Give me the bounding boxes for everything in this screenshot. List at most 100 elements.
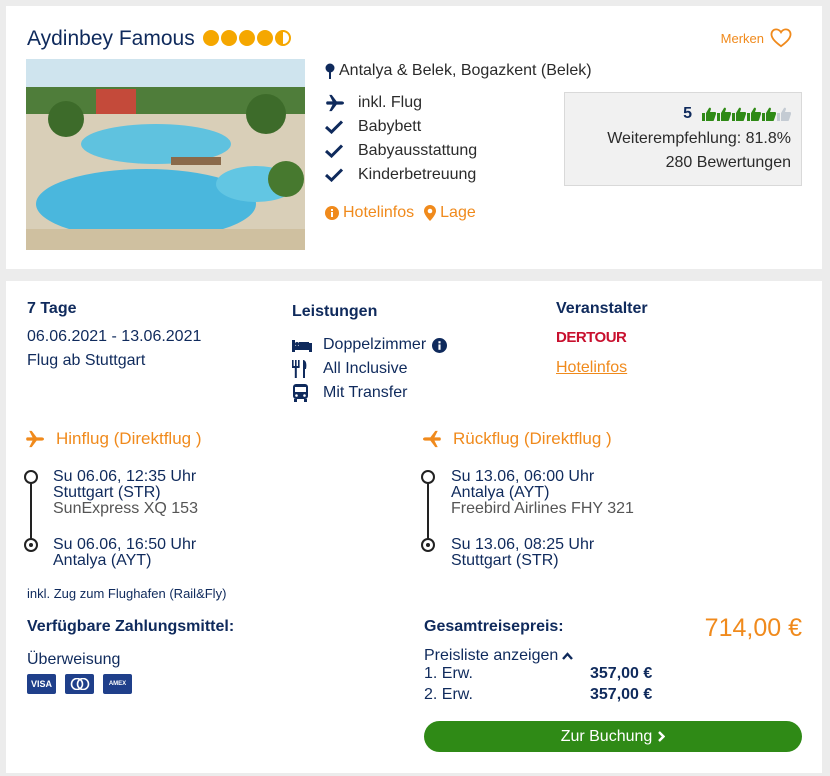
- check-icon: [325, 168, 358, 182]
- rating-score: 5: [683, 105, 791, 123]
- merken-label: Merken: [720, 30, 764, 46]
- outbound-dep-time: Su 06.06, 12:35 Uhr: [53, 468, 197, 485]
- bed-icon: [292, 338, 323, 352]
- map-marker-icon: [424, 205, 437, 221]
- check-icon: [325, 144, 358, 158]
- pool-image: [26, 59, 305, 250]
- hotel-photo[interactable]: [26, 59, 305, 250]
- hotel-location: Antalya & Belek, Bogazkent (Belek): [325, 62, 592, 80]
- rating-box[interactable]: 5 Weiterempfehlung: 81.8% 280 Bewertunge…: [564, 92, 802, 186]
- departure-city: Flug ab Stuttgart: [27, 352, 146, 369]
- thumb-up-empty-icon: [777, 107, 791, 121]
- service-label: Doppelzimmer: [323, 336, 427, 353]
- feature-item: Babybett: [325, 118, 421, 136]
- outbound-arr-airport: Antalya (AYT): [53, 552, 152, 569]
- hotelinfos-link[interactable]: Hotelinfos: [325, 204, 414, 222]
- thumb-up-filled-icon: [747, 107, 761, 121]
- price-row-label: 1. Erw.: [424, 665, 473, 682]
- service-item: Mit Transfer: [292, 384, 407, 402]
- plane-icon: [26, 430, 44, 448]
- return-dep-time: Su 13.06, 06:00 Uhr: [451, 468, 595, 485]
- reviews-count: 280 Bewertungen: [665, 154, 791, 171]
- map-pin-icon: [325, 63, 335, 79]
- outbound-timeline: [30, 477, 32, 545]
- hotelinfos-label: Hotelinfos: [343, 204, 415, 221]
- amex-card-icon: AMEX: [103, 674, 132, 694]
- star-icon: [221, 30, 237, 46]
- rating-value: 5: [683, 105, 692, 122]
- thumb-up-filled-icon: [732, 107, 746, 121]
- service-label: All Inclusive: [323, 360, 408, 377]
- booking-button[interactable]: Zur Buchung: [424, 721, 802, 752]
- rail-note: inkl. Zug zum Flughafen (Rail&Fly): [27, 586, 227, 601]
- departure-dot: [24, 470, 38, 484]
- feature-label: Kinderbetreuung: [358, 166, 477, 183]
- dertour-logo: DERTOUR: [556, 329, 627, 346]
- visa-card-icon: VISA: [27, 674, 56, 694]
- thumbs-rating: [702, 107, 791, 121]
- plane-icon: [325, 94, 358, 112]
- hotel-name[interactable]: Aydinbey Famous: [27, 27, 195, 51]
- departure-dot: [421, 470, 435, 484]
- chevron-up-icon: [562, 652, 574, 660]
- arrival-dot: [24, 538, 38, 552]
- total-label: Gesamtreisepreis:: [424, 618, 564, 635]
- services-title: Leistungen: [292, 303, 378, 320]
- star-icon: [239, 30, 255, 46]
- check-icon: [325, 120, 358, 134]
- thumb-up-filled-icon: [762, 107, 776, 121]
- pricelist-toggle[interactable]: Preisliste anzeigen: [424, 647, 574, 665]
- payment-title: Verfügbare Zahlungsmittel:: [27, 618, 235, 635]
- price-row-label: 2. Erw.: [424, 686, 473, 703]
- feature-label: Babyausstattung: [358, 142, 478, 159]
- feature-label: inkl. Flug: [358, 94, 423, 111]
- feature-item: inkl. Flug: [325, 94, 422, 112]
- price-row-value: 357,00 €: [590, 686, 653, 703]
- star-icon: [203, 30, 219, 46]
- operator-hotelinfos-link[interactable]: Hotelinfos: [556, 359, 627, 377]
- offer-card: 7 Tage 06.06.2021 - 13.06.2021 Flug ab S…: [6, 281, 822, 773]
- outbound-header: Hinflug (Direktflug ): [24, 429, 202, 449]
- arrival-dot: [421, 538, 435, 552]
- merken-button[interactable]: Merken: [721, 28, 792, 48]
- trip-duration: 7 Tage: [27, 300, 77, 317]
- outbound-title: Hinflug (Direktflug ): [56, 429, 202, 448]
- price-row-value: 357,00 €: [590, 665, 653, 682]
- hotel-stars: [203, 30, 291, 46]
- half-star-icon: [275, 30, 291, 46]
- return-arr-time: Su 13.06, 08:25 Uhr: [451, 536, 595, 553]
- hotel-links: Hotelinfos Lage: [325, 204, 476, 222]
- payment-cards: VISA AMEX: [27, 674, 132, 694]
- return-title: Rückflug (Direktflug ): [453, 429, 612, 448]
- return-dep-airport: Antalya (AYT): [451, 484, 550, 501]
- info-icon[interactable]: [432, 337, 448, 353]
- outbound-dep-airport: Stuttgart (STR): [53, 484, 161, 501]
- thumb-up-filled-icon: [702, 107, 716, 121]
- mastercard-icon: [65, 674, 94, 694]
- service-item: All Inclusive: [292, 360, 407, 378]
- location-text: Antalya & Belek, Bogazkent (Belek): [339, 62, 592, 79]
- thumb-up-filled-icon: [717, 107, 731, 121]
- star-icon: [257, 30, 273, 46]
- pricelist-toggle-label: Preisliste anzeigen: [424, 647, 559, 664]
- return-arr-airport: Stuttgart (STR): [451, 552, 559, 569]
- service-label: Mit Transfer: [323, 384, 408, 401]
- outbound-airline: SunExpress XQ 153: [53, 500, 198, 517]
- booking-button-label: Zur Buchung: [560, 727, 653, 745]
- payment-method: Überweisung: [27, 651, 121, 668]
- lage-label: Lage: [440, 204, 476, 221]
- bus-icon: [292, 384, 323, 402]
- return-airline: Freebird Airlines FHY 321: [451, 500, 634, 517]
- return-header: Rückflug (Direktflug ): [421, 429, 612, 449]
- trip-dates: 06.06.2021 - 13.06.2021: [27, 328, 202, 345]
- feature-item: Kinderbetreuung: [325, 166, 476, 184]
- heart-icon: [770, 28, 792, 48]
- return-timeline: [427, 477, 429, 545]
- recommendation-text: Weiterempfehlung: 81.8%: [607, 130, 791, 147]
- feature-item: Babyausstattung: [325, 142, 477, 160]
- outbound-arr-time: Su 06.06, 16:50 Uhr: [53, 536, 197, 553]
- operator-title: Veranstalter: [556, 300, 648, 317]
- chevron-right-icon: [658, 731, 666, 742]
- info-icon: [325, 206, 339, 220]
- lage-link[interactable]: Lage: [424, 204, 476, 222]
